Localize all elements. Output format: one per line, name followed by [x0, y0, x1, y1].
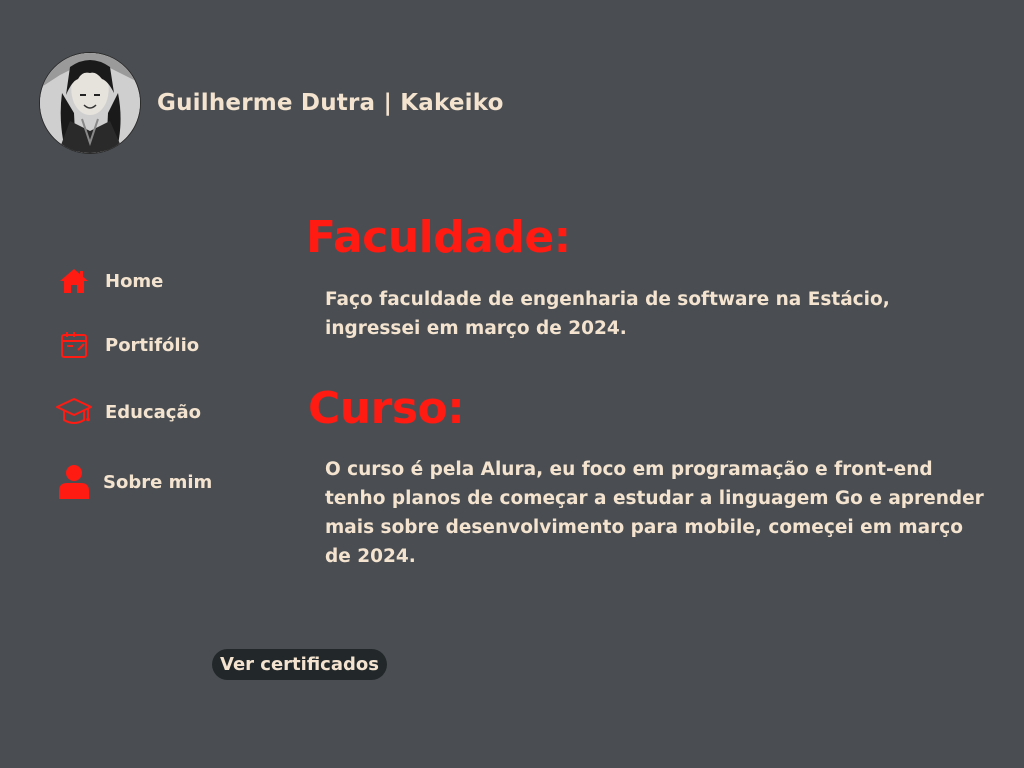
nav-item-home[interactable]: Home [55, 264, 163, 298]
profile-photo-icon [40, 53, 140, 153]
nav-label-home: Home [105, 270, 164, 292]
avatar [39, 52, 141, 154]
header: Guilherme Dutra | Kakeiko [39, 52, 504, 154]
section-title-curso: Curso: [308, 383, 465, 434]
nav-label-education: Educação [105, 401, 201, 423]
user-icon [55, 465, 93, 499]
nav-item-portfolio[interactable]: Portifólio [55, 328, 199, 362]
section-text-faculdade: Faço faculdade de engenharia de software… [325, 289, 890, 339]
section-title-faculdade: Faculdade: [306, 212, 571, 263]
section-text-curso: O curso é pela Alura, eu foco em program… [325, 459, 984, 567]
site-title: Guilherme Dutra | Kakeiko [157, 90, 504, 116]
nav-label-about: Sobre mim [103, 471, 213, 493]
nav-item-about[interactable]: Sobre mim [55, 465, 212, 499]
nav-label-portfolio: Portifólio [105, 334, 200, 356]
ver-certificados-button[interactable]: Ver certificados [212, 649, 387, 680]
portfolio-icon [55, 328, 93, 362]
nav-item-education[interactable]: Educação [55, 395, 201, 429]
graduation-cap-icon [55, 395, 93, 429]
home-icon [55, 264, 93, 298]
